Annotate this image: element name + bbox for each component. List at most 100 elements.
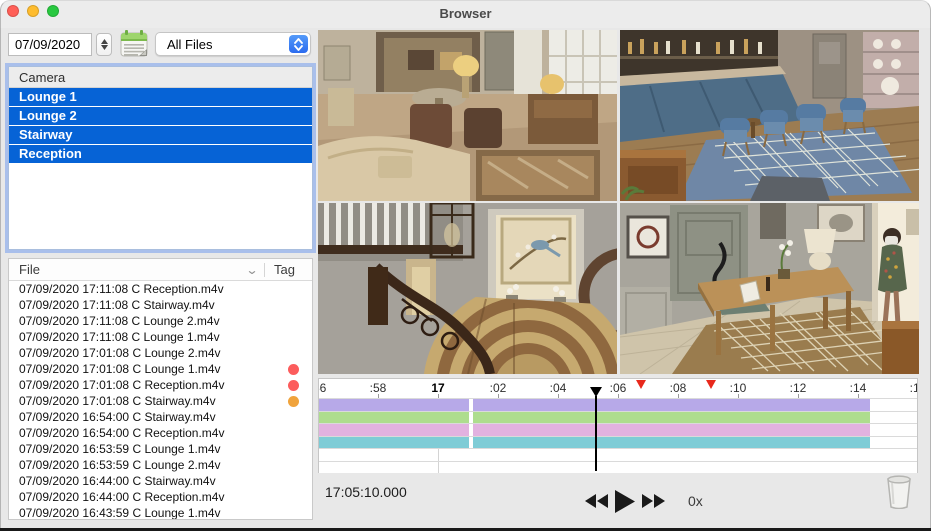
file-row[interactable]: 07/09/2020 16:54:00 C Stairway.m4v bbox=[9, 409, 312, 425]
file-row[interactable]: 07/09/2020 16:53:59 C Lounge 1.m4v bbox=[9, 441, 312, 457]
camera-row-reception[interactable]: Reception bbox=[9, 145, 312, 164]
camera-view-lounge-1[interactable] bbox=[318, 30, 617, 201]
timeline-empty-row[interactable] bbox=[319, 461, 917, 474]
select-chevrons-icon bbox=[289, 35, 308, 53]
date-stepper[interactable] bbox=[96, 33, 112, 56]
file-row[interactable]: 07/09/2020 17:11:08 C Lounge 2.m4v bbox=[9, 313, 312, 329]
trash-icon[interactable] bbox=[884, 475, 914, 509]
file-row[interactable]: 07/09/2020 16:44:00 C Stairway.m4v bbox=[9, 473, 312, 489]
sort-chevron-down-icon[interactable]: ⌄ bbox=[245, 263, 258, 277]
timeline-tick-label: :12 bbox=[790, 381, 807, 395]
file-row[interactable]: 07/09/2020 17:01:08 C Lounge 1.m4v bbox=[9, 361, 312, 377]
event-marker-icon[interactable] bbox=[636, 380, 646, 389]
timeline-tick-label: :04 bbox=[550, 381, 567, 395]
recording-segment[interactable] bbox=[319, 399, 469, 411]
timeline-tick-label: :58 bbox=[370, 381, 387, 395]
lounge-2-video-frame bbox=[620, 30, 919, 201]
file-name: 07/09/2020 17:11:08 C Lounge 2.m4v bbox=[19, 314, 220, 328]
camera-view-stairway[interactable] bbox=[318, 203, 617, 374]
file-row[interactable]: 07/09/2020 17:11:08 C Stairway.m4v bbox=[9, 297, 312, 313]
file-list: File ⌄ Tag 07/09/2020 17:11:08 C Recepti… bbox=[8, 258, 313, 520]
timeline-track-reception[interactable] bbox=[319, 436, 917, 449]
tag-dot-red bbox=[288, 380, 299, 391]
file-name: 07/09/2020 16:54:00 C Reception.m4v bbox=[19, 426, 224, 440]
timeline-tick-label: :08 bbox=[670, 381, 687, 395]
file-name: 07/09/2020 16:54:00 C Stairway.m4v bbox=[19, 410, 216, 424]
timeline-track-lounge-1[interactable] bbox=[319, 398, 917, 411]
tag-dot-red bbox=[288, 364, 299, 375]
file-row[interactable]: 07/09/2020 16:44:00 C Reception.m4v bbox=[9, 489, 312, 505]
file-row[interactable]: 07/09/2020 17:01:08 C Lounge 2.m4v bbox=[9, 345, 312, 361]
file-row[interactable]: 07/09/2020 16:53:59 C Lounge 2.m4v bbox=[9, 457, 312, 473]
timeline-tick-label: :10 bbox=[730, 381, 747, 395]
reception-video-frame bbox=[620, 203, 919, 374]
fast-forward-button[interactable] bbox=[642, 494, 665, 508]
camera-row-lounge-1[interactable]: Lounge 1 bbox=[9, 88, 312, 107]
recording-segment[interactable] bbox=[473, 424, 870, 436]
timeline-track-lounge-2[interactable] bbox=[319, 411, 917, 424]
calendar-icon[interactable] bbox=[119, 29, 149, 58]
camera-view-lounge-2[interactable] bbox=[620, 30, 919, 201]
play-button[interactable] bbox=[615, 490, 635, 513]
file-name: 07/09/2020 16:53:59 C Lounge 2.m4v bbox=[19, 458, 221, 472]
timeline-ruler[interactable]: :56 :58 17 :02 :04 :06 :08 :10 :12 :14 :16 bbox=[319, 379, 917, 398]
file-name: 07/09/2020 16:44:00 C Reception.m4v bbox=[19, 490, 224, 504]
timeline-tick-label: :56 bbox=[319, 381, 326, 395]
transport-controls: 0x bbox=[585, 488, 703, 514]
file-name: 07/09/2020 17:11:08 C Reception.m4v bbox=[19, 282, 224, 296]
timeline[interactable]: :56 :58 17 :02 :04 :06 :08 :10 :12 :14 :16 bbox=[318, 378, 918, 473]
fast-forward-icon bbox=[642, 494, 665, 508]
camera-row-stairway[interactable]: Stairway bbox=[9, 126, 312, 145]
recording-segment[interactable] bbox=[319, 412, 469, 424]
file-row[interactable]: 07/09/2020 17:11:08 C Reception.m4v bbox=[9, 281, 312, 297]
file-column-header[interactable]: File bbox=[9, 262, 247, 277]
stepper-up-icon[interactable] bbox=[101, 39, 108, 44]
lounge-1-video-frame bbox=[318, 30, 617, 201]
timeline-track-stairway[interactable] bbox=[319, 423, 917, 436]
browser-window: Browser 07/09/2020 All Files Came bbox=[0, 0, 931, 531]
file-row[interactable]: 07/09/2020 17:01:08 C Reception.m4v bbox=[9, 377, 312, 393]
tag-column-header[interactable]: Tag bbox=[265, 262, 312, 277]
timeline-tick-label: 17 bbox=[431, 381, 444, 395]
timeline-empty-row[interactable] bbox=[319, 448, 917, 461]
tag-dot-orange bbox=[288, 396, 299, 407]
rewind-button[interactable] bbox=[585, 494, 608, 508]
recording-segment[interactable] bbox=[319, 424, 469, 436]
file-name: 07/09/2020 16:53:59 C Lounge 1.m4v bbox=[19, 442, 221, 456]
event-marker-icon[interactable] bbox=[706, 380, 716, 389]
playhead-line bbox=[595, 396, 597, 471]
hour-gridline bbox=[438, 449, 439, 461]
timeline-tick-label: :02 bbox=[490, 381, 507, 395]
titlebar: Browser bbox=[0, 0, 931, 28]
file-row[interactable]: 07/09/2020 16:54:00 C Reception.m4v bbox=[9, 425, 312, 441]
timeline-tracks bbox=[319, 398, 917, 473]
stairway-video-frame bbox=[318, 203, 617, 374]
timeline-tick-label: :06 bbox=[610, 381, 627, 395]
recording-segment[interactable] bbox=[473, 399, 870, 411]
file-row[interactable]: 07/09/2020 17:11:08 C Lounge 1.m4v bbox=[9, 329, 312, 345]
file-name: 07/09/2020 17:01:08 C Stairway.m4v bbox=[19, 394, 216, 408]
file-filter-select[interactable]: All Files bbox=[155, 32, 311, 56]
timeline-tick-label: :14 bbox=[850, 381, 867, 395]
current-time-display: 17:05:10.000 bbox=[325, 484, 407, 500]
recording-segment[interactable] bbox=[319, 437, 469, 449]
window-title: Browser bbox=[0, 6, 931, 21]
speed-label: 0x bbox=[688, 493, 703, 509]
file-name: 07/09/2020 17:01:08 C Reception.m4v bbox=[19, 378, 224, 392]
date-field[interactable]: 07/09/2020 bbox=[8, 33, 92, 56]
file-row[interactable]: 07/09/2020 17:01:08 C Stairway.m4v bbox=[9, 393, 312, 409]
file-name: 07/09/2020 17:11:08 C Stairway.m4v bbox=[19, 298, 215, 312]
file-name: 07/09/2020 17:01:08 C Lounge 1.m4v bbox=[19, 362, 221, 376]
camera-view-reception[interactable] bbox=[620, 203, 919, 374]
file-name: 07/09/2020 17:11:08 C Lounge 1.m4v bbox=[19, 330, 220, 344]
recording-segment[interactable] bbox=[473, 437, 870, 449]
rewind-icon bbox=[585, 494, 608, 508]
recording-segment[interactable] bbox=[473, 412, 870, 424]
file-list-header: File ⌄ Tag bbox=[9, 259, 312, 281]
camera-row-lounge-2[interactable]: Lounge 2 bbox=[9, 107, 312, 126]
camera-list-header: Camera bbox=[9, 67, 312, 88]
stepper-down-icon[interactable] bbox=[101, 45, 108, 50]
file-name: 07/09/2020 16:44:00 C Stairway.m4v bbox=[19, 474, 216, 488]
timeline-tick-label: :16 bbox=[910, 381, 917, 395]
file-row[interactable]: 07/09/2020 16:43:59 C Lounge 1.m4v bbox=[9, 505, 312, 520]
